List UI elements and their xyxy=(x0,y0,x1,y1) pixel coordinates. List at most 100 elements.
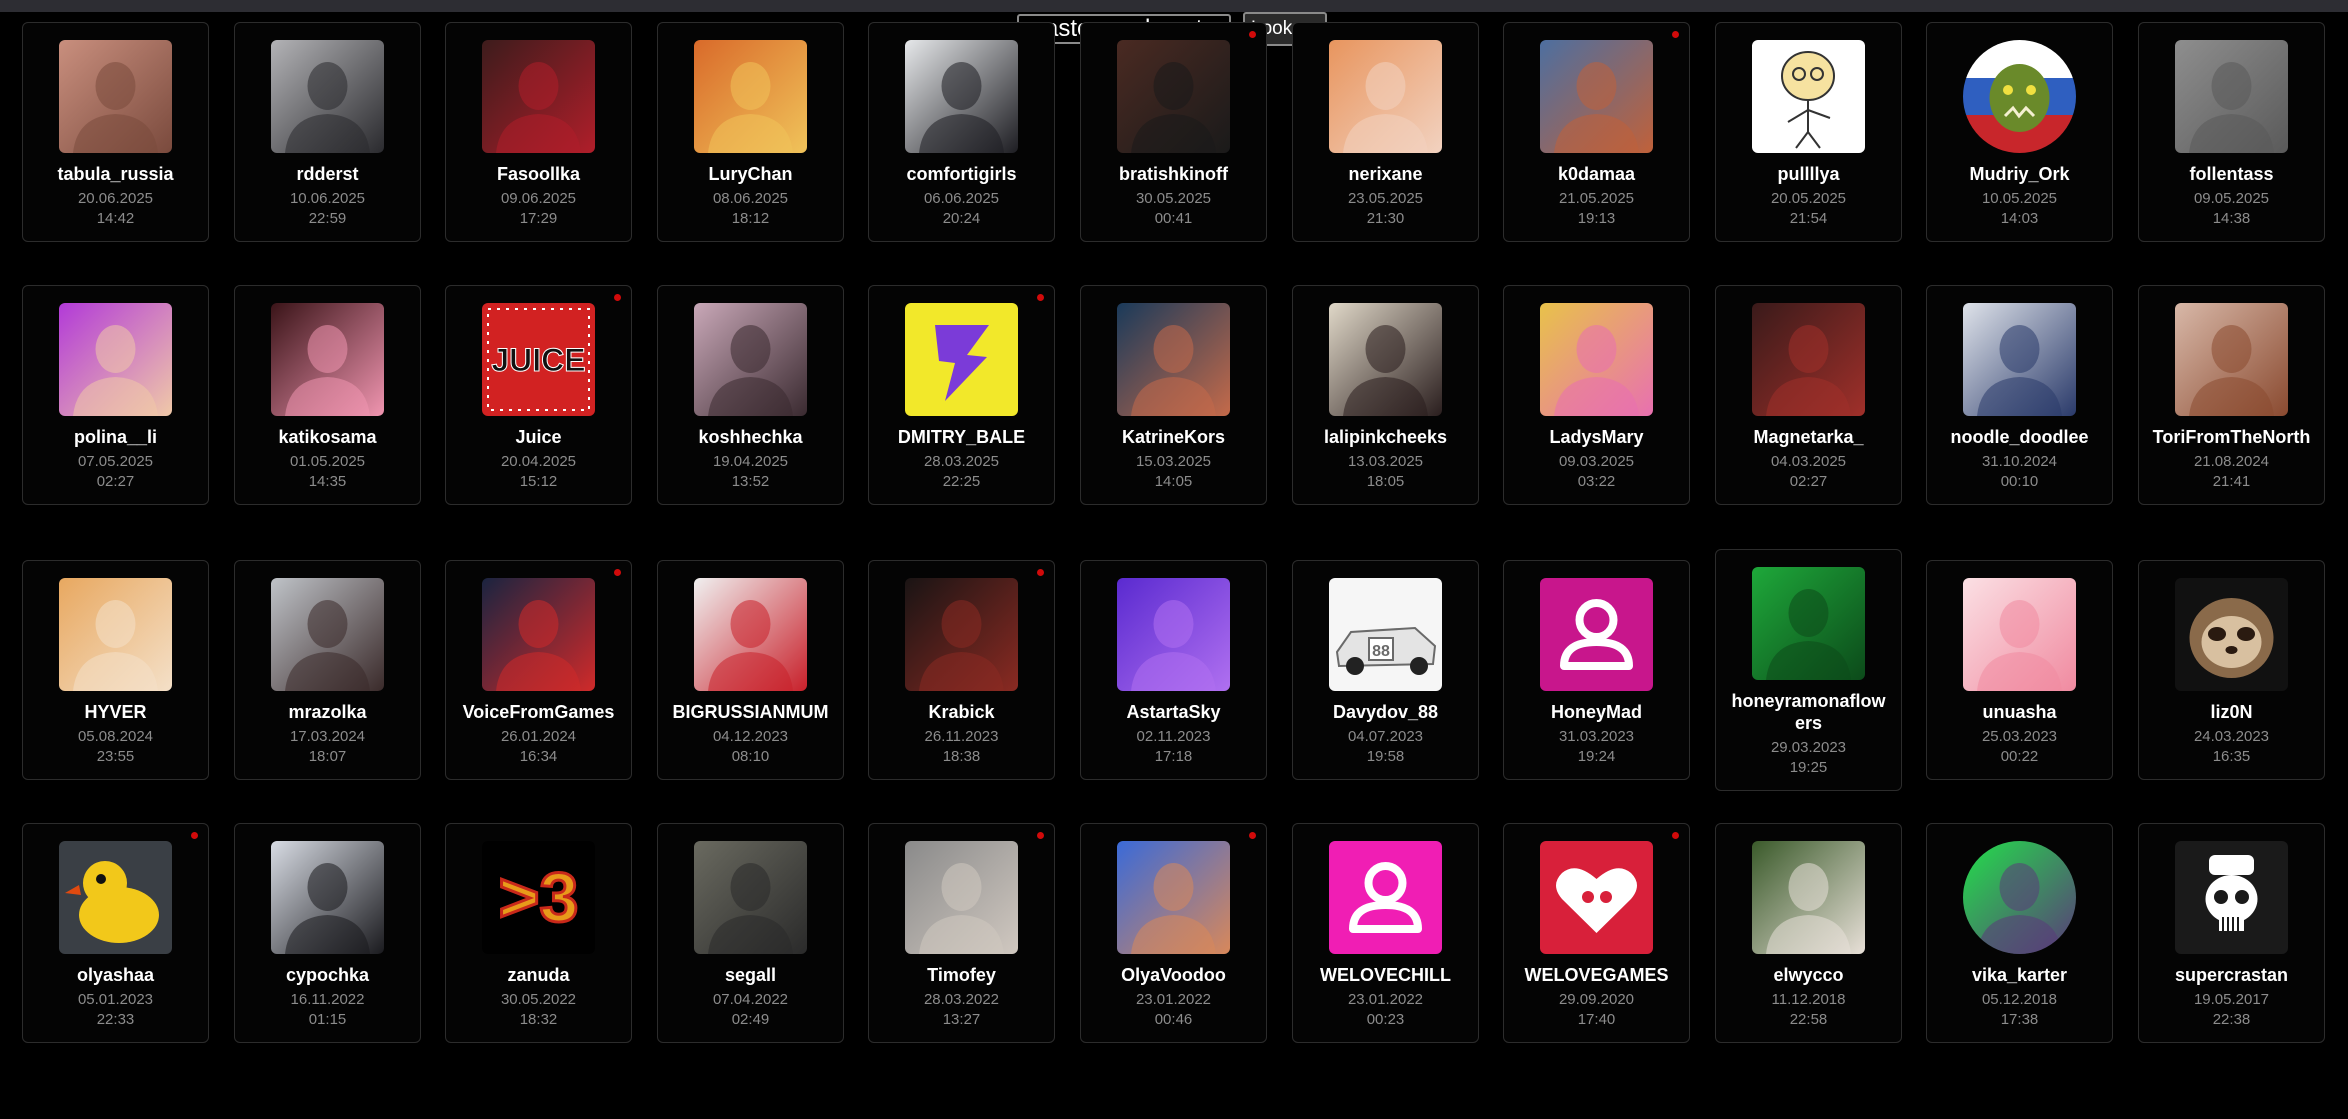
channel-name[interactable]: elwycco xyxy=(1716,964,1901,986)
channel-name[interactable]: Mudriy_Ork xyxy=(1927,163,2112,185)
channel-card[interactable]: 88 Davydov_88 04.07.2023 19:58 xyxy=(1292,560,1479,780)
channel-avatar[interactable] xyxy=(1752,567,1865,680)
channel-card[interactable]: mrazolka 17.03.2024 18:07 xyxy=(234,560,421,780)
channel-avatar[interactable] xyxy=(905,841,1018,954)
channel-card[interactable]: VoiceFromGames 26.01.2024 16:34 xyxy=(445,560,632,780)
channel-card[interactable]: bratishkinoff 30.05.2025 00:41 xyxy=(1080,22,1267,242)
channel-name[interactable]: ToriFromTheNorth xyxy=(2139,426,2324,448)
channel-avatar[interactable] xyxy=(1117,303,1230,416)
channel-card[interactable]: olyashaa 05.01.2023 22:33 xyxy=(22,823,209,1043)
channel-name[interactable]: Fasoollka xyxy=(446,163,631,185)
channel-card[interactable]: follentass 09.05.2025 14:38 xyxy=(2138,22,2325,242)
channel-avatar[interactable] xyxy=(905,578,1018,691)
channel-card[interactable]: LuryChan 08.06.2025 18:12 xyxy=(657,22,844,242)
channel-name[interactable]: Davydov_88 xyxy=(1293,701,1478,723)
channel-avatar[interactable] xyxy=(694,40,807,153)
channel-avatar[interactable] xyxy=(694,841,807,954)
channel-card[interactable]: vika_karter 05.12.2018 17:38 xyxy=(1926,823,2113,1043)
channel-card[interactable]: liz0N 24.03.2023 16:35 xyxy=(2138,560,2325,780)
channel-name[interactable]: tabula_russia xyxy=(23,163,208,185)
channel-avatar[interactable] xyxy=(1963,40,2076,153)
channel-card[interactable]: WELOVEGAMES 29.09.2020 17:40 xyxy=(1503,823,1690,1043)
channel-name[interactable]: unuasha xyxy=(1927,701,2112,723)
channel-card[interactable]: unuasha 25.03.2023 00:22 xyxy=(1926,560,2113,780)
channel-name[interactable]: LuryChan xyxy=(658,163,843,185)
channel-card[interactable]: k0damaa 21.05.2025 19:13 xyxy=(1503,22,1690,242)
channel-card[interactable]: ToriFromTheNorth 21.08.2024 21:41 xyxy=(2138,285,2325,505)
channel-name[interactable]: Krabick xyxy=(869,701,1054,723)
channel-avatar[interactable] xyxy=(1540,40,1653,153)
channel-card[interactable]: pullllya 20.05.2025 21:54 xyxy=(1715,22,1902,242)
channel-name[interactable]: HYVER xyxy=(23,701,208,723)
channel-avatar[interactable] xyxy=(482,578,595,691)
channel-card[interactable]: polina__li 07.05.2025 02:27 xyxy=(22,285,209,505)
channel-card[interactable]: LadysMary 09.03.2025 03:22 xyxy=(1503,285,1690,505)
channel-card[interactable]: nerixane 23.05.2025 21:30 xyxy=(1292,22,1479,242)
channel-name[interactable]: bratishkinoff xyxy=(1081,163,1266,185)
channel-name[interactable]: follentass xyxy=(2139,163,2324,185)
channel-avatar[interactable] xyxy=(271,40,384,153)
channel-card[interactable]: HYVER 05.08.2024 23:55 xyxy=(22,560,209,780)
channel-name[interactable]: comfortigirls xyxy=(869,163,1054,185)
channel-name[interactable]: KatrineKors xyxy=(1081,426,1266,448)
channel-card[interactable]: segall 07.04.2022 02:49 xyxy=(657,823,844,1043)
channel-card[interactable]: elwycco 11.12.2018 22:58 xyxy=(1715,823,1902,1043)
channel-card[interactable]: Magnetarka_ 04.03.2025 02:27 xyxy=(1715,285,1902,505)
channel-card[interactable]: lalipinkcheeks 13.03.2025 18:05 xyxy=(1292,285,1479,505)
channel-card[interactable]: DMITRY_BALE 28.03.2025 22:25 xyxy=(868,285,1055,505)
channel-card[interactable]: HoneyMad 31.03.2023 19:24 xyxy=(1503,560,1690,780)
channel-avatar[interactable] xyxy=(271,841,384,954)
channel-card[interactable]: Mudriy_Ork 10.05.2025 14:03 xyxy=(1926,22,2113,242)
channel-avatar[interactable] xyxy=(1329,841,1442,954)
channel-avatar[interactable]: JUICE xyxy=(482,303,595,416)
channel-avatar[interactable]: 88 xyxy=(1329,578,1442,691)
channel-name[interactable]: Timofey xyxy=(869,964,1054,986)
channel-name[interactable]: Magnetarka_ xyxy=(1716,426,1901,448)
channel-avatar[interactable] xyxy=(59,841,172,954)
channel-avatar[interactable] xyxy=(482,40,595,153)
channel-name[interactable]: noodle_doodlee xyxy=(1927,426,2112,448)
channel-avatar[interactable] xyxy=(2175,578,2288,691)
channel-avatar[interactable] xyxy=(905,303,1018,416)
channel-card[interactable]: cypochka 16.11.2022 01:15 xyxy=(234,823,421,1043)
channel-name[interactable]: lalipinkcheeks xyxy=(1293,426,1478,448)
channel-avatar[interactable] xyxy=(2175,40,2288,153)
channel-name[interactable]: cypochka xyxy=(235,964,420,986)
channel-name[interactable]: supercrastan xyxy=(2139,964,2324,986)
channel-name[interactable]: HoneyMad xyxy=(1504,701,1689,723)
channel-avatar[interactable] xyxy=(1752,40,1865,153)
channel-card[interactable]: KatrineKors 15.03.2025 14:05 xyxy=(1080,285,1267,505)
channel-name[interactable]: OlyaVoodoo xyxy=(1081,964,1266,986)
channel-avatar[interactable] xyxy=(1329,303,1442,416)
channel-name[interactable]: mrazolka xyxy=(235,701,420,723)
channel-avatar[interactable] xyxy=(59,303,172,416)
channel-name[interactable]: olyashaa xyxy=(23,964,208,986)
channel-name[interactable]: katikosama xyxy=(235,426,420,448)
channel-card[interactable]: BIGRUSSIANMUM 04.12.2023 08:10 xyxy=(657,560,844,780)
channel-card[interactable]: honeyramonaflowers 29.03.2023 19:25 xyxy=(1715,549,1902,791)
channel-name[interactable]: nerixane xyxy=(1293,163,1478,185)
channel-card[interactable]: WELOVECHILL 23.01.2022 00:23 xyxy=(1292,823,1479,1043)
channel-avatar[interactable]: >3 xyxy=(482,841,595,954)
channel-avatar[interactable] xyxy=(1963,578,2076,691)
channel-avatar[interactable] xyxy=(1752,303,1865,416)
channel-avatar[interactable] xyxy=(2175,841,2288,954)
channel-name[interactable]: rdderst xyxy=(235,163,420,185)
channel-name[interactable]: AstartaSky xyxy=(1081,701,1266,723)
channel-avatar[interactable] xyxy=(1117,841,1230,954)
channel-name[interactable]: segall xyxy=(658,964,843,986)
channel-name[interactable]: WELOVECHILL xyxy=(1293,964,1478,986)
channel-card[interactable]: noodle_doodlee 31.10.2024 00:10 xyxy=(1926,285,2113,505)
channel-name[interactable]: zanuda xyxy=(446,964,631,986)
channel-avatar[interactable] xyxy=(1963,841,2076,954)
channel-avatar[interactable] xyxy=(59,40,172,153)
channel-name[interactable]: BIGRUSSIANMUM xyxy=(658,701,843,723)
channel-avatar[interactable] xyxy=(59,578,172,691)
channel-avatar[interactable] xyxy=(1963,303,2076,416)
channel-avatar[interactable] xyxy=(694,303,807,416)
channel-name[interactable]: honeyramonaflowers xyxy=(1716,690,1901,734)
channel-card[interactable]: katikosama 01.05.2025 14:35 xyxy=(234,285,421,505)
channel-avatar[interactable] xyxy=(1117,578,1230,691)
channel-card[interactable]: tabula_russia 20.06.2025 14:42 xyxy=(22,22,209,242)
channel-avatar[interactable] xyxy=(2175,303,2288,416)
